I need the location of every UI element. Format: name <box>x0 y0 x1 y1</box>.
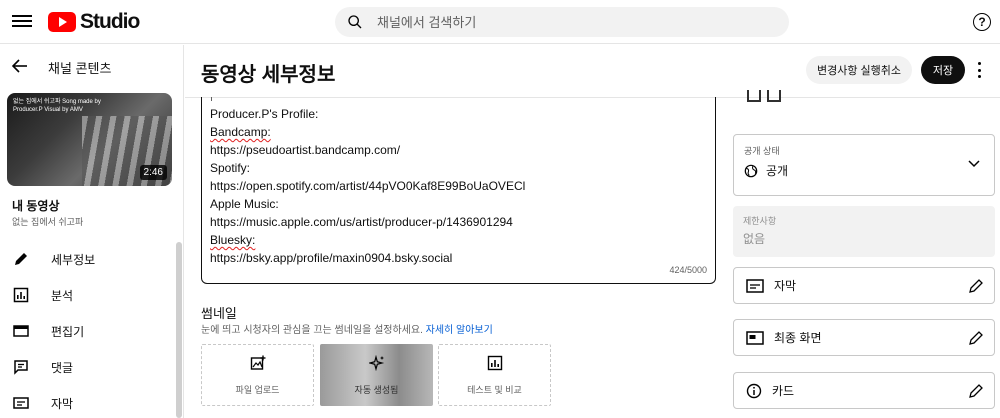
search-input[interactable] <box>377 14 757 30</box>
sparkle-icon <box>367 354 385 376</box>
description-line: https://music.apple.com/us/artist/produc… <box>210 215 513 229</box>
save-button[interactable]: 저장 <box>921 56 965 84</box>
upload-thumbnail-label: 파일 업로드 <box>235 384 280 395</box>
description-field[interactable]: Producer.P's Profile: Bandcamp: https://… <box>201 97 716 284</box>
edit-pencil-icon[interactable] <box>968 383 984 399</box>
video-title: 없는 집에서 쉬고파 <box>12 217 84 227</box>
learn-more-link[interactable]: 자세히 알아보기 <box>426 325 493 336</box>
logo-text: Studio <box>80 10 140 33</box>
sidebar-item-label: 분석 <box>51 288 74 303</box>
end-screen-icon <box>746 330 764 345</box>
subtitles-label: 자막 <box>774 279 797 293</box>
text-cursor <box>211 97 212 101</box>
sidebar-scrollbar[interactable] <box>176 242 182 418</box>
test-and-compare-button[interactable]: 테스트 및 비교 <box>438 344 551 406</box>
video-duration: 2:46 <box>139 165 167 180</box>
description-line: Producer.P's Profile: <box>210 107 319 121</box>
comment-icon <box>13 359 29 375</box>
film-icon <box>13 323 29 339</box>
format-icons <box>747 90 781 102</box>
auto-generated-label: 자동 생성됨 <box>354 384 399 395</box>
chevron-down-icon <box>968 160 980 168</box>
page-title: 동영상 세부정보 <box>201 64 336 86</box>
description-line: Bluesky: <box>210 233 256 247</box>
visibility-value: 공개 <box>766 164 789 178</box>
video-thumbnail[interactable]: 없는 집에서 쉬고파 Song made by Producer.P Visua… <box>7 93 172 186</box>
description-line: Spotify: <box>210 161 251 175</box>
my-video-heading: 내 동영상 <box>12 199 60 213</box>
edit-pencil-icon[interactable] <box>968 330 984 346</box>
sidebar-nav: 세부정보 분석 편집기 댓글 자막 <box>0 241 176 418</box>
cards-label: 카드 <box>772 384 795 398</box>
search-bar[interactable] <box>335 7 789 37</box>
description-line: https://pseudoartist.bandcamp.com/ <box>210 143 401 157</box>
sidebar-item-label: 세부정보 <box>51 252 96 267</box>
restrictions-field: 제한사항 없음 <box>733 206 995 257</box>
restrictions-label: 제한사항 <box>743 216 777 226</box>
sidebar-item-subtitles[interactable]: 자막 <box>0 385 176 418</box>
thumbnail-section-title: 썸네일 <box>201 306 237 321</box>
sidebar-item-analytics[interactable]: 분석 <box>0 277 176 313</box>
back-to-channel-content[interactable]: 채널 콘텐츠 <box>11 57 112 78</box>
info-icon <box>746 383 762 398</box>
help-icon[interactable]: ? <box>973 13 991 31</box>
top-bar: Studio ? <box>0 0 1000 44</box>
chart-icon <box>487 355 503 376</box>
end-screen-label: 최종 화면 <box>774 331 822 345</box>
character-count: 424/5000 <box>669 265 707 275</box>
visibility-select[interactable]: 공개 상태 공개 <box>733 134 995 196</box>
undo-changes-button[interactable]: 변경사항 실행취소 <box>806 56 913 84</box>
end-screen-row[interactable]: 최종 화면 <box>733 319 995 356</box>
sidebar-item-details[interactable]: 세부정보 <box>0 241 176 277</box>
search-icon <box>348 15 362 29</box>
description-line: Apple Music: <box>210 197 279 211</box>
add-photo-icon <box>250 355 266 376</box>
sidebar-item-comments[interactable]: 댓글 <box>0 349 176 385</box>
sidebar-item-label: 자막 <box>51 396 74 411</box>
sidebar-item-editor[interactable]: 편집기 <box>0 313 176 349</box>
back-label: 채널 콘텐츠 <box>48 61 112 76</box>
restrictions-value: 없음 <box>743 232 766 246</box>
description-line: https://bsky.app/profile/maxin0904.bsky.… <box>210 251 453 265</box>
visibility-value-row: 공개 <box>744 162 788 179</box>
sidebar: 채널 콘텐츠 없는 집에서 쉬고파 Song made by Producer.… <box>0 45 184 418</box>
sidebar-item-label: 댓글 <box>51 360 74 375</box>
edit-pencil-icon[interactable] <box>968 278 984 294</box>
badge-icon <box>747 90 761 102</box>
back-arrow-icon[interactable] <box>11 57 36 78</box>
hd-icon <box>767 90 781 102</box>
analytics-icon <box>13 287 29 303</box>
auto-generated-thumbnail-button[interactable]: 자동 생성됨 <box>320 344 433 406</box>
youtube-play-icon <box>48 12 76 32</box>
globe-icon <box>744 164 758 177</box>
more-options-icon[interactable] <box>976 62 982 78</box>
test-and-compare-label: 테스트 및 비교 <box>467 384 522 395</box>
subtitles-row[interactable]: 자막 <box>733 267 995 304</box>
upload-thumbnail-button[interactable]: 파일 업로드 <box>201 344 314 406</box>
description-line: https://open.spotify.com/artist/44pVO0Ka… <box>210 179 526 193</box>
description-text[interactable]: Producer.P's Profile: Bandcamp: https://… <box>210 105 525 267</box>
thumbnail-section-subtitle: 눈에 띄고 시청자의 관심을 끄는 썸네일을 설정하세요. 자세히 알아보기 <box>201 325 493 336</box>
sidebar-item-label: 편집기 <box>51 324 85 339</box>
thumbnail-overlay-text: 없는 집에서 쉬고파 Song made by Producer.P Visua… <box>13 99 101 113</box>
cards-row[interactable]: 카드 <box>733 372 995 409</box>
subtitles-icon <box>746 278 764 293</box>
description-line: Bandcamp: <box>210 125 271 139</box>
subtitles-icon <box>13 395 29 411</box>
visibility-label: 공개 상태 <box>744 146 780 156</box>
studio-logo[interactable]: Studio <box>48 10 140 34</box>
menu-icon[interactable] <box>12 12 32 32</box>
pencil-icon <box>13 251 29 267</box>
